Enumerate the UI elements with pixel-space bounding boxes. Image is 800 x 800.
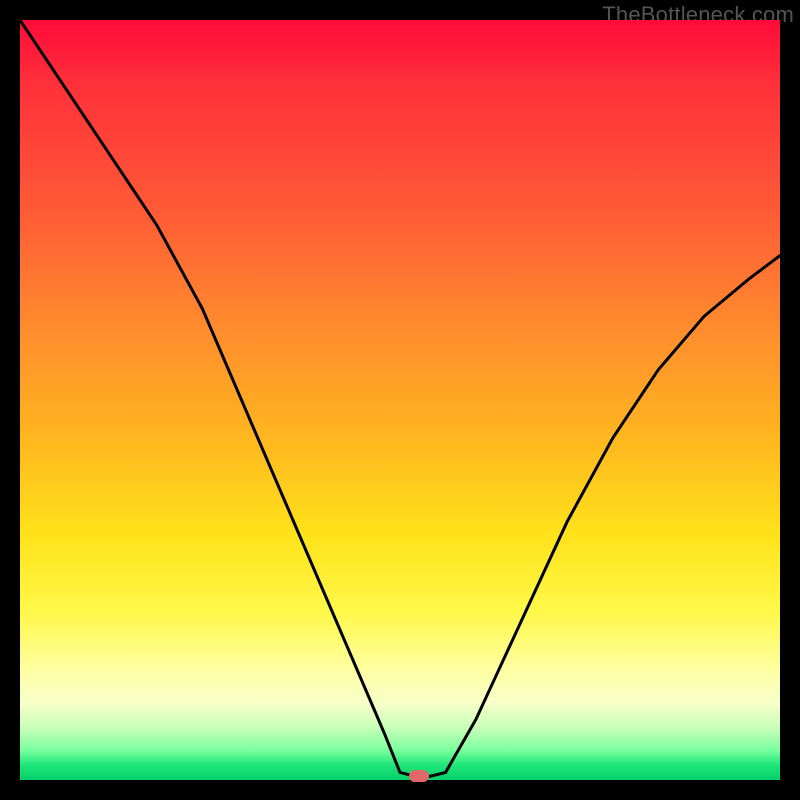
- curve-svg: [20, 20, 780, 780]
- bottleneck-curve-path: [20, 20, 780, 776]
- minimum-marker: [409, 770, 429, 782]
- chart-container: TheBottleneck.com: [0, 0, 800, 800]
- plot-area: [20, 20, 780, 780]
